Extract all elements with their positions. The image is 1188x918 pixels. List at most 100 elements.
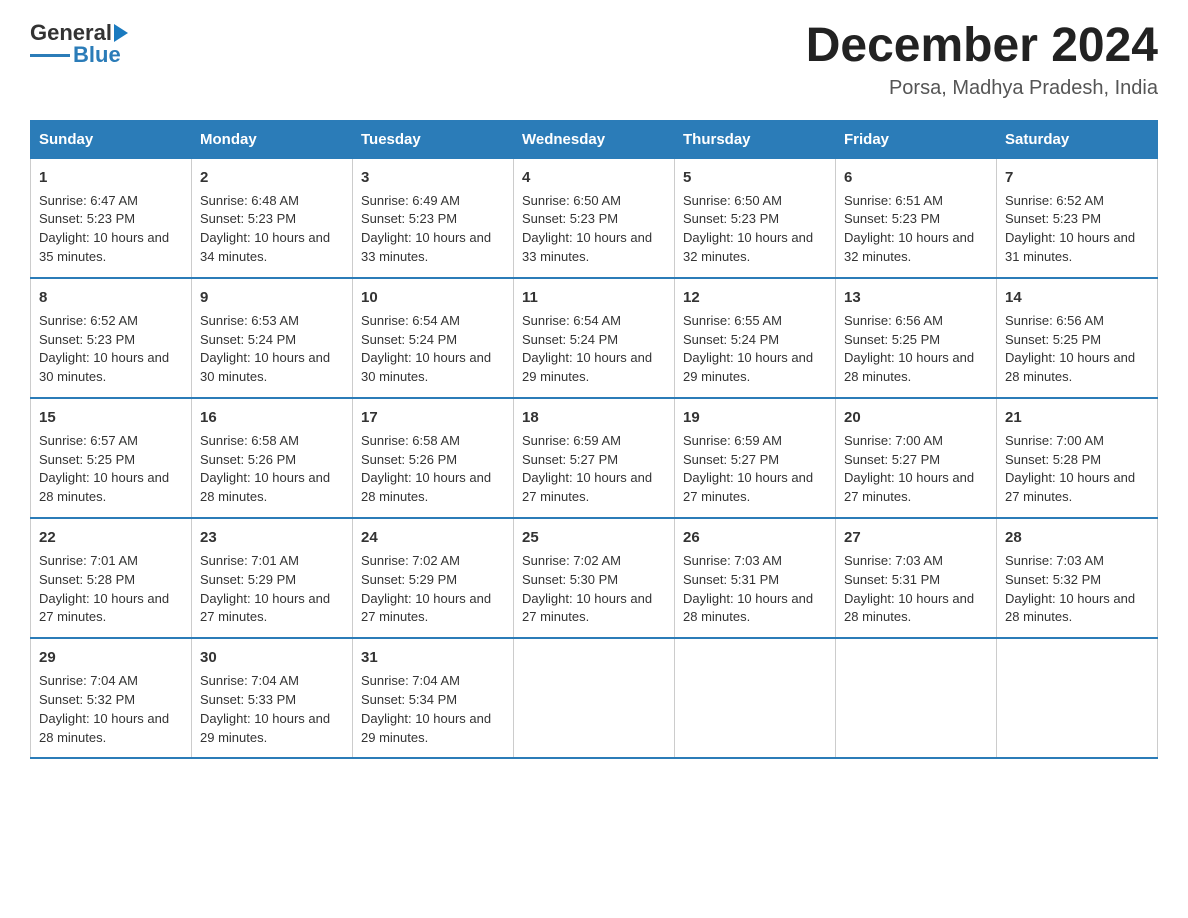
day-number: 11 (522, 287, 666, 309)
day-info: Sunrise: 7:03 AMSunset: 5:32 PMDaylight:… (1005, 553, 1135, 625)
day-info: Sunrise: 6:56 AMSunset: 5:25 PMDaylight:… (844, 313, 974, 385)
day-number: 20 (844, 407, 988, 429)
location: Porsa, Madhya Pradesh, India (806, 77, 1158, 100)
day-info: Sunrise: 6:59 AMSunset: 5:27 PMDaylight:… (683, 433, 813, 505)
header: General Blue December 2024 Porsa, Madhya… (30, 20, 1158, 100)
calendar-day-cell: 7Sunrise: 6:52 AMSunset: 5:23 PMDaylight… (997, 158, 1158, 278)
title-area: December 2024 Porsa, Madhya Pradesh, Ind… (806, 20, 1158, 100)
day-number: 4 (522, 167, 666, 189)
day-info: Sunrise: 7:03 AMSunset: 5:31 PMDaylight:… (683, 553, 813, 625)
day-number: 12 (683, 287, 827, 309)
day-info: Sunrise: 6:57 AMSunset: 5:25 PMDaylight:… (39, 433, 169, 505)
day-info: Sunrise: 6:50 AMSunset: 5:23 PMDaylight:… (522, 193, 652, 265)
day-info: Sunrise: 6:52 AMSunset: 5:23 PMDaylight:… (39, 313, 169, 385)
day-number: 9 (200, 287, 344, 309)
day-number: 15 (39, 407, 183, 429)
calendar-day-cell (675, 638, 836, 758)
calendar-week-row: 15 Sunrise: 6:57 AMSunset: 5:25 PMDayligh… (31, 398, 1158, 518)
logo-blue: Blue (73, 42, 121, 68)
day-number: 14 (1005, 287, 1149, 309)
day-info: Sunrise: 6:53 AMSunset: 5:24 PMDaylight:… (200, 313, 330, 385)
calendar-week-row: 1 Sunrise: 6:47 AMSunset: 5:23 PMDaylight… (31, 158, 1158, 278)
calendar-day-cell: 6Sunrise: 6:51 AMSunset: 5:23 PMDaylight… (836, 158, 997, 278)
day-number: 1 (39, 167, 183, 189)
calendar-day-cell: 16 Sunrise: 6:58 AMSunset: 5:26 PMDayligh… (192, 398, 353, 518)
day-number: 18 (522, 407, 666, 429)
day-info: Sunrise: 6:47 AMSunset: 5:23 PMDaylight:… (39, 193, 169, 265)
calendar-day-cell: 25 Sunrise: 7:02 AMSunset: 5:30 PMDayligh… (514, 518, 675, 638)
day-info: Sunrise: 6:56 AMSunset: 5:25 PMDaylight:… (1005, 313, 1135, 385)
calendar-day-cell: 2 Sunrise: 6:48 AMSunset: 5:23 PMDaylight… (192, 158, 353, 278)
calendar-day-cell: 15 Sunrise: 6:57 AMSunset: 5:25 PMDayligh… (31, 398, 192, 518)
column-header-tuesday: Tuesday (353, 120, 514, 158)
calendar-week-row: 8 Sunrise: 6:52 AMSunset: 5:23 PMDaylight… (31, 278, 1158, 398)
calendar-day-cell: 11 Sunrise: 6:54 AMSunset: 5:24 PMDayligh… (514, 278, 675, 398)
day-info: Sunrise: 7:01 AMSunset: 5:28 PMDaylight:… (39, 553, 169, 625)
calendar-day-cell: 18 Sunrise: 6:59 AMSunset: 5:27 PMDayligh… (514, 398, 675, 518)
day-info: Sunrise: 6:54 AMSunset: 5:24 PMDaylight:… (522, 313, 652, 385)
day-number: 25 (522, 527, 666, 549)
day-number: 5 (683, 167, 827, 189)
calendar-day-cell (836, 638, 997, 758)
logo-arrow-icon (114, 24, 128, 42)
column-header-monday: Monday (192, 120, 353, 158)
calendar-day-cell: 8 Sunrise: 6:52 AMSunset: 5:23 PMDaylight… (31, 278, 192, 398)
calendar-day-cell: 9 Sunrise: 6:53 AMSunset: 5:24 PMDaylight… (192, 278, 353, 398)
day-info: Sunrise: 7:00 AMSunset: 5:28 PMDaylight:… (1005, 433, 1135, 505)
calendar-day-cell: 5 Sunrise: 6:50 AMSunset: 5:23 PMDaylight… (675, 158, 836, 278)
day-number: 17 (361, 407, 505, 429)
calendar-day-cell (997, 638, 1158, 758)
calendar-day-cell: 3Sunrise: 6:49 AMSunset: 5:23 PMDaylight… (353, 158, 514, 278)
day-number: 2 (200, 167, 344, 189)
calendar-day-cell: 28 Sunrise: 7:03 AMSunset: 5:32 PMDayligh… (997, 518, 1158, 638)
day-number: 29 (39, 647, 183, 669)
calendar-day-cell: 17 Sunrise: 6:58 AMSunset: 5:26 PMDayligh… (353, 398, 514, 518)
day-number: 28 (1005, 527, 1149, 549)
day-number: 13 (844, 287, 988, 309)
month-title: December 2024 (806, 20, 1158, 73)
day-number: 16 (200, 407, 344, 429)
day-info: Sunrise: 6:50 AMSunset: 5:23 PMDaylight:… (683, 193, 813, 265)
day-info: Sunrise: 6:49 AMSunset: 5:23 PMDaylight:… (361, 193, 491, 265)
calendar-day-cell (514, 638, 675, 758)
calendar-day-cell: 23Sunrise: 7:01 AMSunset: 5:29 PMDayligh… (192, 518, 353, 638)
calendar-day-cell: 22 Sunrise: 7:01 AMSunset: 5:28 PMDayligh… (31, 518, 192, 638)
calendar-day-cell: 31 Sunrise: 7:04 AMSunset: 5:34 PMDayligh… (353, 638, 514, 758)
calendar-day-cell: 1 Sunrise: 6:47 AMSunset: 5:23 PMDaylight… (31, 158, 192, 278)
day-info: Sunrise: 7:01 AMSunset: 5:29 PMDaylight:… (200, 553, 330, 625)
day-info: Sunrise: 7:04 AMSunset: 5:34 PMDaylight:… (361, 673, 491, 745)
day-info: Sunrise: 7:02 AMSunset: 5:29 PMDaylight:… (361, 553, 491, 625)
day-info: Sunrise: 7:00 AMSunset: 5:27 PMDaylight:… (844, 433, 974, 505)
day-info: Sunrise: 6:58 AMSunset: 5:26 PMDaylight:… (200, 433, 330, 505)
day-number: 10 (361, 287, 505, 309)
calendar-day-cell: 27Sunrise: 7:03 AMSunset: 5:31 PMDayligh… (836, 518, 997, 638)
day-info: Sunrise: 7:02 AMSunset: 5:30 PMDaylight:… (522, 553, 652, 625)
column-header-sunday: Sunday (31, 120, 192, 158)
day-info: Sunrise: 6:48 AMSunset: 5:23 PMDaylight:… (200, 193, 330, 265)
day-number: 30 (200, 647, 344, 669)
calendar-week-row: 29Sunrise: 7:04 AMSunset: 5:32 PMDayligh… (31, 638, 1158, 758)
column-header-saturday: Saturday (997, 120, 1158, 158)
calendar-day-cell: 26 Sunrise: 7:03 AMSunset: 5:31 PMDayligh… (675, 518, 836, 638)
day-info: Sunrise: 7:04 AMSunset: 5:33 PMDaylight:… (200, 673, 330, 745)
day-info: Sunrise: 6:59 AMSunset: 5:27 PMDaylight:… (522, 433, 652, 505)
day-number: 22 (39, 527, 183, 549)
calendar-day-cell: 24Sunrise: 7:02 AMSunset: 5:29 PMDayligh… (353, 518, 514, 638)
calendar-day-cell: 30 Sunrise: 7:04 AMSunset: 5:33 PMDayligh… (192, 638, 353, 758)
logo: General Blue (30, 20, 128, 68)
day-number: 7 (1005, 167, 1149, 189)
day-info: Sunrise: 6:51 AMSunset: 5:23 PMDaylight:… (844, 193, 974, 265)
column-header-friday: Friday (836, 120, 997, 158)
day-number: 8 (39, 287, 183, 309)
calendar-day-cell: 12 Sunrise: 6:55 AMSunset: 5:24 PMDayligh… (675, 278, 836, 398)
day-info: Sunrise: 6:55 AMSunset: 5:24 PMDaylight:… (683, 313, 813, 385)
day-number: 31 (361, 647, 505, 669)
calendar-day-cell: 4 Sunrise: 6:50 AMSunset: 5:23 PMDaylight… (514, 158, 675, 278)
calendar-day-cell: 21Sunrise: 7:00 AMSunset: 5:28 PMDayligh… (997, 398, 1158, 518)
calendar-day-cell: 14 Sunrise: 6:56 AMSunset: 5:25 PMDayligh… (997, 278, 1158, 398)
calendar-day-cell: 19Sunrise: 6:59 AMSunset: 5:27 PMDayligh… (675, 398, 836, 518)
calendar-day-cell: 20 Sunrise: 7:00 AMSunset: 5:27 PMDayligh… (836, 398, 997, 518)
day-info: Sunrise: 6:54 AMSunset: 5:24 PMDaylight:… (361, 313, 491, 385)
day-info: Sunrise: 6:58 AMSunset: 5:26 PMDaylight:… (361, 433, 491, 505)
day-number: 26 (683, 527, 827, 549)
